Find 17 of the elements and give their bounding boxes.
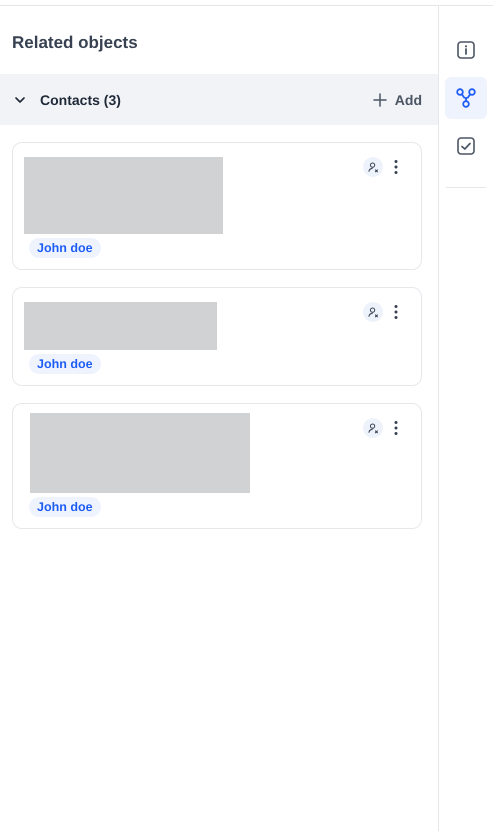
unlink-contact-button[interactable]	[363, 157, 383, 177]
connected-nodes-icon	[455, 87, 477, 109]
plus-icon	[372, 92, 387, 106]
add-button[interactable]: Add	[372, 92, 422, 108]
person-remove-icon	[366, 160, 380, 174]
relations-tab[interactable]	[445, 77, 487, 119]
owner-tag: John doe	[29, 238, 101, 258]
unlink-contact-button[interactable]	[363, 302, 383, 322]
person-remove-icon	[366, 306, 380, 318]
section-title: Contacts (3)	[40, 92, 122, 108]
owner-tag: John doe	[29, 354, 101, 374]
owner-tag: John doe	[29, 497, 101, 517]
checkbox-icon	[456, 136, 476, 156]
panel-title: Related objects	[11, 32, 139, 54]
person-remove-icon	[366, 422, 380, 434]
info-icon	[456, 40, 476, 60]
unlink-contact-button[interactable]	[363, 418, 383, 438]
